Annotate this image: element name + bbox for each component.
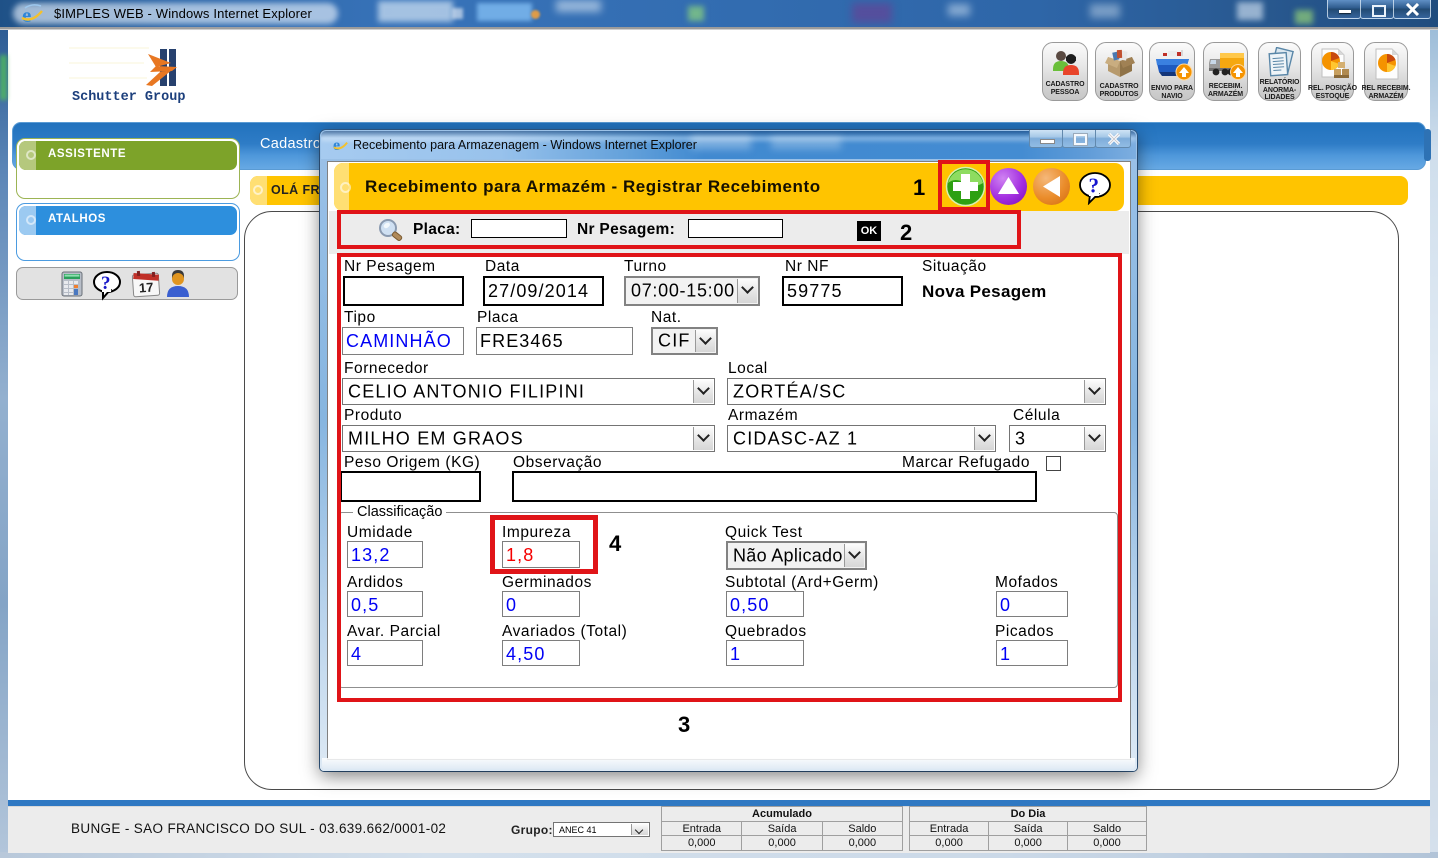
svg-text:17: 17 <box>138 279 153 295</box>
svg-text:?: ? <box>101 273 111 294</box>
svg-text:?: ? <box>1089 174 1100 198</box>
svg-text:e: e <box>333 137 340 153</box>
